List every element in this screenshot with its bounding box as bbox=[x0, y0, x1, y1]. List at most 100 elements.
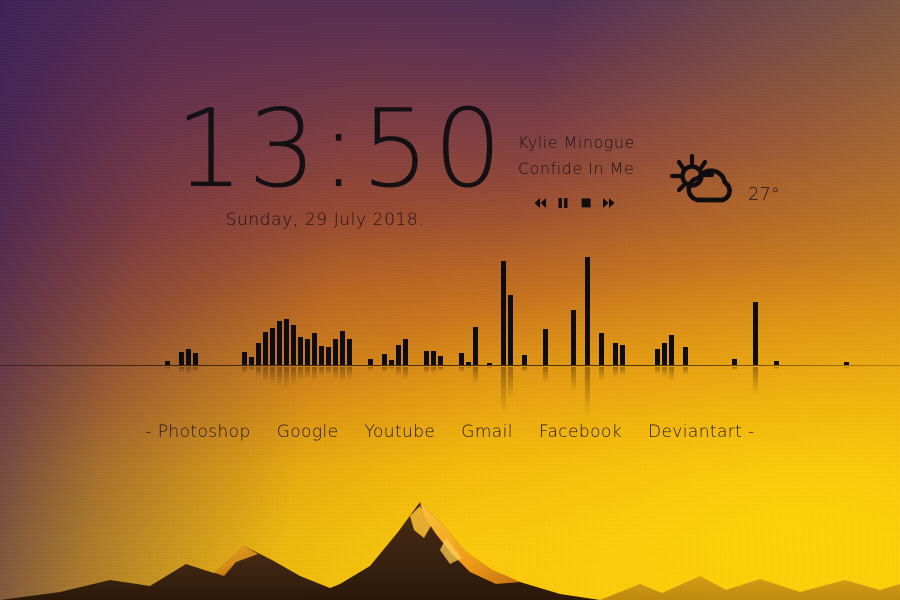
visualizer-bar-reflection bbox=[368, 367, 373, 370]
bookmark-deviantart[interactable]: Deviantart - bbox=[648, 422, 755, 442]
visualizer-bar-reflection bbox=[543, 367, 548, 383]
visualizer-bar-reflection bbox=[683, 367, 688, 375]
visualizer-bar-reflection bbox=[585, 367, 590, 416]
visualizer-bar bbox=[305, 339, 310, 365]
visualizer-bar bbox=[249, 357, 254, 365]
visualizer-bar-reflection bbox=[270, 367, 275, 384]
visualizer-bar-reflection bbox=[459, 367, 464, 372]
bookmark-bar: - Photoshop Google Youtube Gmail Facebook Dev… bbox=[0, 422, 900, 442]
media-controls bbox=[518, 196, 668, 210]
now-playing-widget: Kylie Minogue Confide In Me bbox=[518, 130, 668, 210]
visualizer-bar-reflection bbox=[732, 367, 737, 370]
visualizer-bar bbox=[431, 351, 436, 365]
visualizer-bar bbox=[655, 349, 660, 365]
bookmark-youtube[interactable]: Youtube bbox=[364, 422, 435, 442]
mountain-silhouette bbox=[0, 502, 900, 600]
visualizer-bar-reflection bbox=[291, 367, 296, 385]
desktop-wallpaper: 13:50 Sunday, 29 July 2018. Kylie Minogu… bbox=[0, 0, 900, 600]
visualizer-bar bbox=[193, 353, 198, 365]
visualizer-bar-reflection bbox=[242, 367, 247, 373]
visualizer-bar bbox=[543, 329, 548, 365]
previous-button[interactable] bbox=[533, 196, 547, 210]
visualizer-bar-reflection bbox=[501, 367, 506, 414]
visualizer-bar bbox=[662, 343, 667, 365]
next-button[interactable] bbox=[602, 196, 616, 210]
visualizer-bar-reflection bbox=[571, 367, 576, 392]
visualizer-bar bbox=[340, 331, 345, 365]
visualizer-bar bbox=[585, 257, 590, 365]
visualizer-bar bbox=[312, 333, 317, 365]
visualizer-bar-reflection bbox=[165, 367, 170, 369]
visualizer-bar-reflection bbox=[669, 367, 674, 381]
visualizer-bar bbox=[599, 333, 604, 365]
clock-date: Sunday, 29 July 2018. bbox=[225, 210, 425, 230]
visualizer-bar-reflection bbox=[403, 367, 408, 379]
visualizer-bar bbox=[256, 343, 261, 365]
visualizer-bar bbox=[186, 349, 191, 365]
stop-icon bbox=[581, 198, 591, 208]
pause-button[interactable] bbox=[556, 196, 570, 210]
pause-icon bbox=[558, 198, 568, 208]
now-playing-artist: Kylie Minogue bbox=[518, 133, 635, 152]
visualizer-bar-reflection bbox=[389, 367, 394, 369]
visualizer-bar-reflection bbox=[753, 367, 758, 395]
visualizer-bar-reflection bbox=[396, 367, 401, 376]
visualizer-baseline bbox=[0, 365, 900, 366]
visualizer-bar bbox=[277, 321, 282, 365]
visualizer-bar bbox=[333, 339, 338, 365]
bookmark-photoshop[interactable]: - Photoshop bbox=[145, 422, 250, 442]
clock-widget: 13:50 Sunday, 29 July 2018. bbox=[175, 87, 507, 230]
visualizer-bar-reflection bbox=[305, 367, 310, 379]
clock-time: 13:50 bbox=[175, 87, 507, 212]
visualizer-bar bbox=[263, 332, 268, 365]
visualizer-bar bbox=[508, 295, 513, 365]
visualizer-bar-reflection bbox=[613, 367, 618, 377]
bookmark-facebook[interactable]: Facebook bbox=[539, 422, 622, 442]
visualizer-bar bbox=[522, 355, 527, 365]
visualizer-bar bbox=[403, 339, 408, 365]
visualizer-bar-reflection bbox=[298, 367, 303, 380]
visualizer-bars bbox=[0, 230, 900, 365]
visualizer-bar-reflection bbox=[487, 367, 492, 368]
visualizer-bar bbox=[473, 327, 478, 365]
visualizer-bar-reflection bbox=[340, 367, 345, 382]
visualizer-bar-reflection bbox=[333, 367, 338, 379]
visualizer-bar-reflection bbox=[522, 367, 527, 372]
visualizer-bar bbox=[753, 302, 758, 365]
visualizer-bar bbox=[298, 337, 303, 365]
visualizer-bar-reflection bbox=[473, 367, 478, 384]
weather-temperature: 27° bbox=[748, 183, 780, 205]
visualizer-bar-reflection bbox=[277, 367, 282, 387]
visualizer-bar-reflection bbox=[347, 367, 352, 379]
audio-visualizer bbox=[0, 230, 900, 420]
fast-forward-icon bbox=[603, 198, 615, 208]
visualizer-bar bbox=[438, 356, 443, 365]
weather-widget: 27° bbox=[668, 152, 780, 212]
visualizer-bar bbox=[291, 325, 296, 365]
visualizer-bar bbox=[179, 352, 184, 365]
visualizer-bar-reflection bbox=[179, 367, 184, 373]
visualizer-bar bbox=[459, 353, 464, 365]
visualizer-bar bbox=[501, 261, 506, 365]
bookmark-google[interactable]: Google bbox=[277, 422, 339, 442]
visualizer-bar-reflection bbox=[382, 367, 387, 372]
bookmark-gmail[interactable]: Gmail bbox=[461, 422, 513, 442]
visualizer-bar-reflection bbox=[424, 367, 429, 373]
visualizer-bar-reflection bbox=[193, 367, 198, 372]
visualizer-bar bbox=[620, 345, 625, 365]
visualizer-bar bbox=[326, 347, 331, 365]
visualizer-bar bbox=[319, 346, 324, 365]
visualizer-bar-reflection bbox=[599, 367, 604, 381]
visualizer-bar-reflection bbox=[249, 367, 254, 371]
visualizer-bar bbox=[669, 335, 674, 365]
sun-behind-cloud-icon bbox=[669, 153, 732, 203]
visualizer-bar-reflection bbox=[662, 367, 667, 377]
visualizer-bar bbox=[424, 351, 429, 365]
stop-button[interactable] bbox=[579, 196, 593, 210]
visualizer-bar bbox=[382, 354, 387, 365]
visualizer-bar-reflection bbox=[319, 367, 324, 376]
visualizer-bar bbox=[347, 339, 352, 365]
visualizer-bar-reflection bbox=[620, 367, 625, 376]
visualizer-bar-reflection bbox=[263, 367, 268, 382]
visualizer-bar-reflection bbox=[284, 367, 289, 388]
